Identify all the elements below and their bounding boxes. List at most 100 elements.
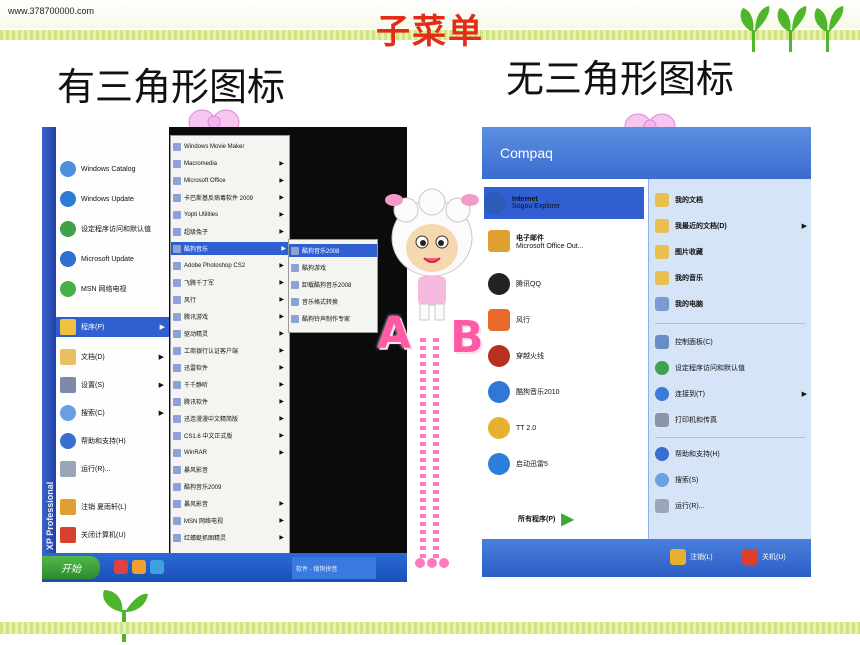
start-button[interactable]: 开始	[42, 556, 100, 579]
submenu-triangle-icon: ▶	[279, 365, 284, 371]
programs-icon	[60, 319, 76, 335]
label-a: A	[377, 308, 412, 359]
places-item-my-computer[interactable]: 我的电脑	[655, 297, 805, 311]
game-icon	[488, 345, 510, 367]
submenu-item[interactable]: 千千静听 ▶	[173, 378, 287, 391]
submenu-item[interactable]: Yopti Utilities ▶	[173, 208, 287, 221]
places-item-run[interactable]: 运行(R)...	[655, 499, 805, 513]
computer-icon	[655, 297, 669, 311]
submenu-item[interactable]: 工商银行认证客户端 ▶	[173, 344, 287, 357]
kugou-submenu-item[interactable]: 酷狗游戏	[291, 261, 326, 274]
menu-item-shutdown[interactable]: 关闭计算机(U)	[60, 525, 168, 545]
menu-item-windows-catalog[interactable]: Windows Catalog	[60, 159, 168, 179]
shutdown-button[interactable]: 关机(U)	[742, 547, 786, 567]
places-item-music[interactable]: 我的音乐	[655, 271, 805, 285]
submenu-item[interactable]: MSN 网络电视 ▶	[173, 514, 287, 527]
quicklaunch-icon[interactable]	[150, 560, 164, 574]
menu-item-documents[interactable]: 文档(D) ▶	[60, 347, 168, 367]
submenu-item[interactable]: 迅雷软件 ▶	[173, 361, 287, 374]
start-menu-pinned-panel: Internet Sogou Explorer 电子邮件 Microsoft Off…	[482, 179, 648, 539]
places-item-connect-to[interactable]: 连接到(T) ▶	[655, 387, 807, 401]
submenu-item[interactable]: 红蜻蜓抓图精灵 ▶	[173, 531, 287, 544]
submenu-item[interactable]: WinRAR ▶	[173, 446, 287, 459]
logoff-button[interactable]: 注销(L)	[670, 547, 713, 567]
submenu-item[interactable]: 腾讯游戏 ▶	[173, 310, 287, 323]
submenu-item[interactable]: 风行 ▶	[173, 293, 287, 306]
menu-item-help[interactable]: 帮助和支持(H)	[60, 431, 168, 451]
kugou-submenu-item[interactable]: 卸载酷狗音乐2008	[291, 278, 351, 291]
submenu-item[interactable]: 卡巴斯基反病毒软件 2009 ▶	[173, 191, 287, 204]
pinned-item-internet[interactable]: Internet Sogou Explorer	[484, 187, 644, 219]
folder-icon	[173, 363, 181, 372]
menu-item-msn-tv[interactable]: MSN 网络电视	[60, 279, 168, 299]
submenu-item[interactable]: Macromedia ▶	[173, 157, 287, 170]
menu-item-run[interactable]: 运行(R)...	[60, 459, 168, 479]
places-item-pictures[interactable]: 图片收藏	[655, 245, 805, 259]
submenu-item[interactable]: 腾讯软件 ▶	[173, 395, 287, 408]
quicklaunch-icon[interactable]	[132, 560, 146, 574]
folder-icon	[173, 397, 181, 406]
submenu-item[interactable]: Microsoft Office ▶	[173, 174, 287, 187]
recent-item-fengxing[interactable]: 风行	[488, 307, 646, 333]
kugou-submenu-item[interactable]: 酷狗铃声制作专家	[291, 312, 350, 325]
app-icon	[173, 142, 181, 151]
recent-item-tt[interactable]: TT 2.0	[488, 415, 646, 441]
places-item-recent-documents[interactable]: 我最近的文档(D) ▶	[655, 219, 807, 233]
recent-item-xunlei[interactable]: 启动迅雷5	[488, 451, 646, 477]
places-item-printers[interactable]: 打印机和传真	[655, 413, 805, 427]
menu-item-programs[interactable]: 程序(P) ▶	[56, 317, 169, 337]
pictures-icon	[655, 245, 669, 259]
folder-icon	[173, 159, 181, 168]
places-item-help[interactable]: 帮助和支持(H)	[655, 447, 805, 461]
kugou-submenu: 酷狗音乐2008 酷狗游戏 卸载酷狗音乐2008 音乐格式转换 酷狗铃声制作专家	[288, 239, 378, 333]
submenu-triangle-icon: ▶	[279, 280, 284, 286]
submenu-triangle-icon: ▶	[158, 354, 164, 361]
submenu-item[interactable]: Windows Movie Maker	[173, 140, 244, 153]
network-icon	[655, 387, 669, 401]
quicklaunch-icon[interactable]	[114, 560, 128, 574]
menu-item-microsoft-update[interactable]: Microsoft Update	[60, 249, 168, 269]
pinned-item-email[interactable]: 电子邮件 Microsoft Office Out...	[488, 225, 646, 257]
menu-item-search[interactable]: 搜索(C) ▶	[60, 403, 168, 423]
menu-item-windows-update[interactable]: Windows Update	[60, 189, 168, 209]
app-icon	[173, 465, 181, 474]
recent-item-crossfire[interactable]: 穿越火线	[488, 343, 646, 369]
submenu-item[interactable]: 酷狗音乐2009	[173, 480, 221, 493]
folder-icon	[173, 193, 181, 202]
submenu-item-kugou-selected[interactable]: 酷狗音乐 ▶	[171, 242, 289, 255]
start-menu-screenshot-without-triangles: Compaq Internet Sogou Explorer 电子邮件 Micros…	[482, 127, 811, 577]
submenu-triangle-icon: ▶	[279, 331, 284, 337]
submenu-item[interactable]: Adobe Photoshop CS2 ▶	[173, 259, 287, 272]
submenu-item[interactable]: 超级兔子 ▶	[173, 225, 287, 238]
submenu-item[interactable]: 迅连漫漫中文精简版 ▶	[173, 412, 287, 425]
submenu-item[interactable]: 飞腾千丁军 ▶	[173, 276, 287, 289]
folder-icon	[655, 219, 669, 233]
submenu-item[interactable]: 暴风影音 ▶	[173, 497, 287, 510]
places-item-control-panel[interactable]: 控制面板(C)	[655, 335, 805, 349]
places-item-search[interactable]: 搜索(S)	[655, 473, 805, 487]
recent-item-kugou[interactable]: 酷狗音乐2010	[488, 379, 646, 405]
recent-item-qq[interactable]: 腾讯QQ	[488, 271, 646, 297]
music-icon	[655, 271, 669, 285]
taskbar-button[interactable]: 软件 - 搜狗拼音	[292, 557, 376, 579]
heading-without-triangle: 无三角形图标	[506, 57, 735, 101]
menu-item-settings[interactable]: 设置(S) ▶	[60, 375, 168, 395]
help-icon	[655, 447, 669, 461]
places-item-my-documents[interactable]: 我的文档	[655, 193, 805, 207]
submenu-item[interactable]: 暴风影音	[173, 463, 208, 476]
places-item-program-access[interactable]: 设定程序访问和默认值	[655, 361, 805, 375]
menu-item-program-access[interactable]: 设定程序访问和默认值	[60, 219, 168, 239]
submenu-triangle-icon: ▶	[279, 161, 284, 167]
start-menu-left-panel: Windows Catalog Windows Update 设定程序访问和默认…	[56, 127, 169, 553]
submenu-item[interactable]: CS1.6 中文正式版 ▶	[173, 429, 287, 442]
submenu-triangle-icon: ▶	[158, 382, 164, 389]
folder-icon	[173, 346, 181, 355]
menu-item-logoff[interactable]: 注销 夏雨轩(L)	[60, 497, 168, 517]
submenu-item[interactable]: 驱动精灵 ▶	[173, 327, 287, 340]
submenu-triangle-icon: ▶	[279, 263, 284, 269]
folder-icon	[173, 499, 181, 508]
catalog-icon	[60, 161, 76, 177]
logoff-icon	[670, 549, 686, 565]
kugou-submenu-item[interactable]: 酷狗音乐2008	[289, 244, 377, 257]
kugou-submenu-item[interactable]: 音乐格式转换	[291, 295, 338, 308]
